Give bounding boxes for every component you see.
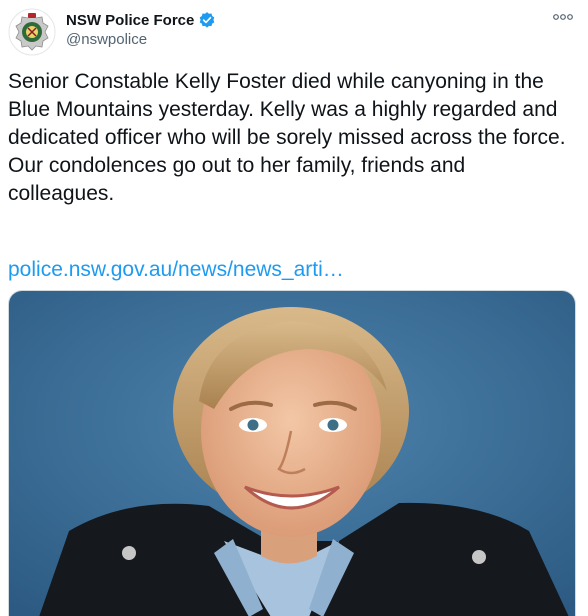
nsw-police-badge-icon bbox=[8, 8, 56, 56]
verified-badge-icon bbox=[200, 12, 215, 28]
author-name[interactable]: NSW Police Force bbox=[66, 12, 194, 29]
tweet-text: Senior Constable Kelly Foster died while… bbox=[8, 70, 566, 205]
more-options-icon[interactable] bbox=[552, 10, 574, 24]
avatar[interactable] bbox=[8, 8, 56, 56]
author-name-row[interactable]: NSW Police Force bbox=[66, 10, 216, 30]
tweet-link[interactable]: police.nsw.gov.au/news/news_arti… bbox=[8, 256, 344, 284]
tweet-photo[interactable] bbox=[8, 290, 576, 616]
officer-portrait-photo bbox=[9, 291, 575, 616]
author-handle[interactable]: @nswpolice bbox=[66, 31, 147, 48]
